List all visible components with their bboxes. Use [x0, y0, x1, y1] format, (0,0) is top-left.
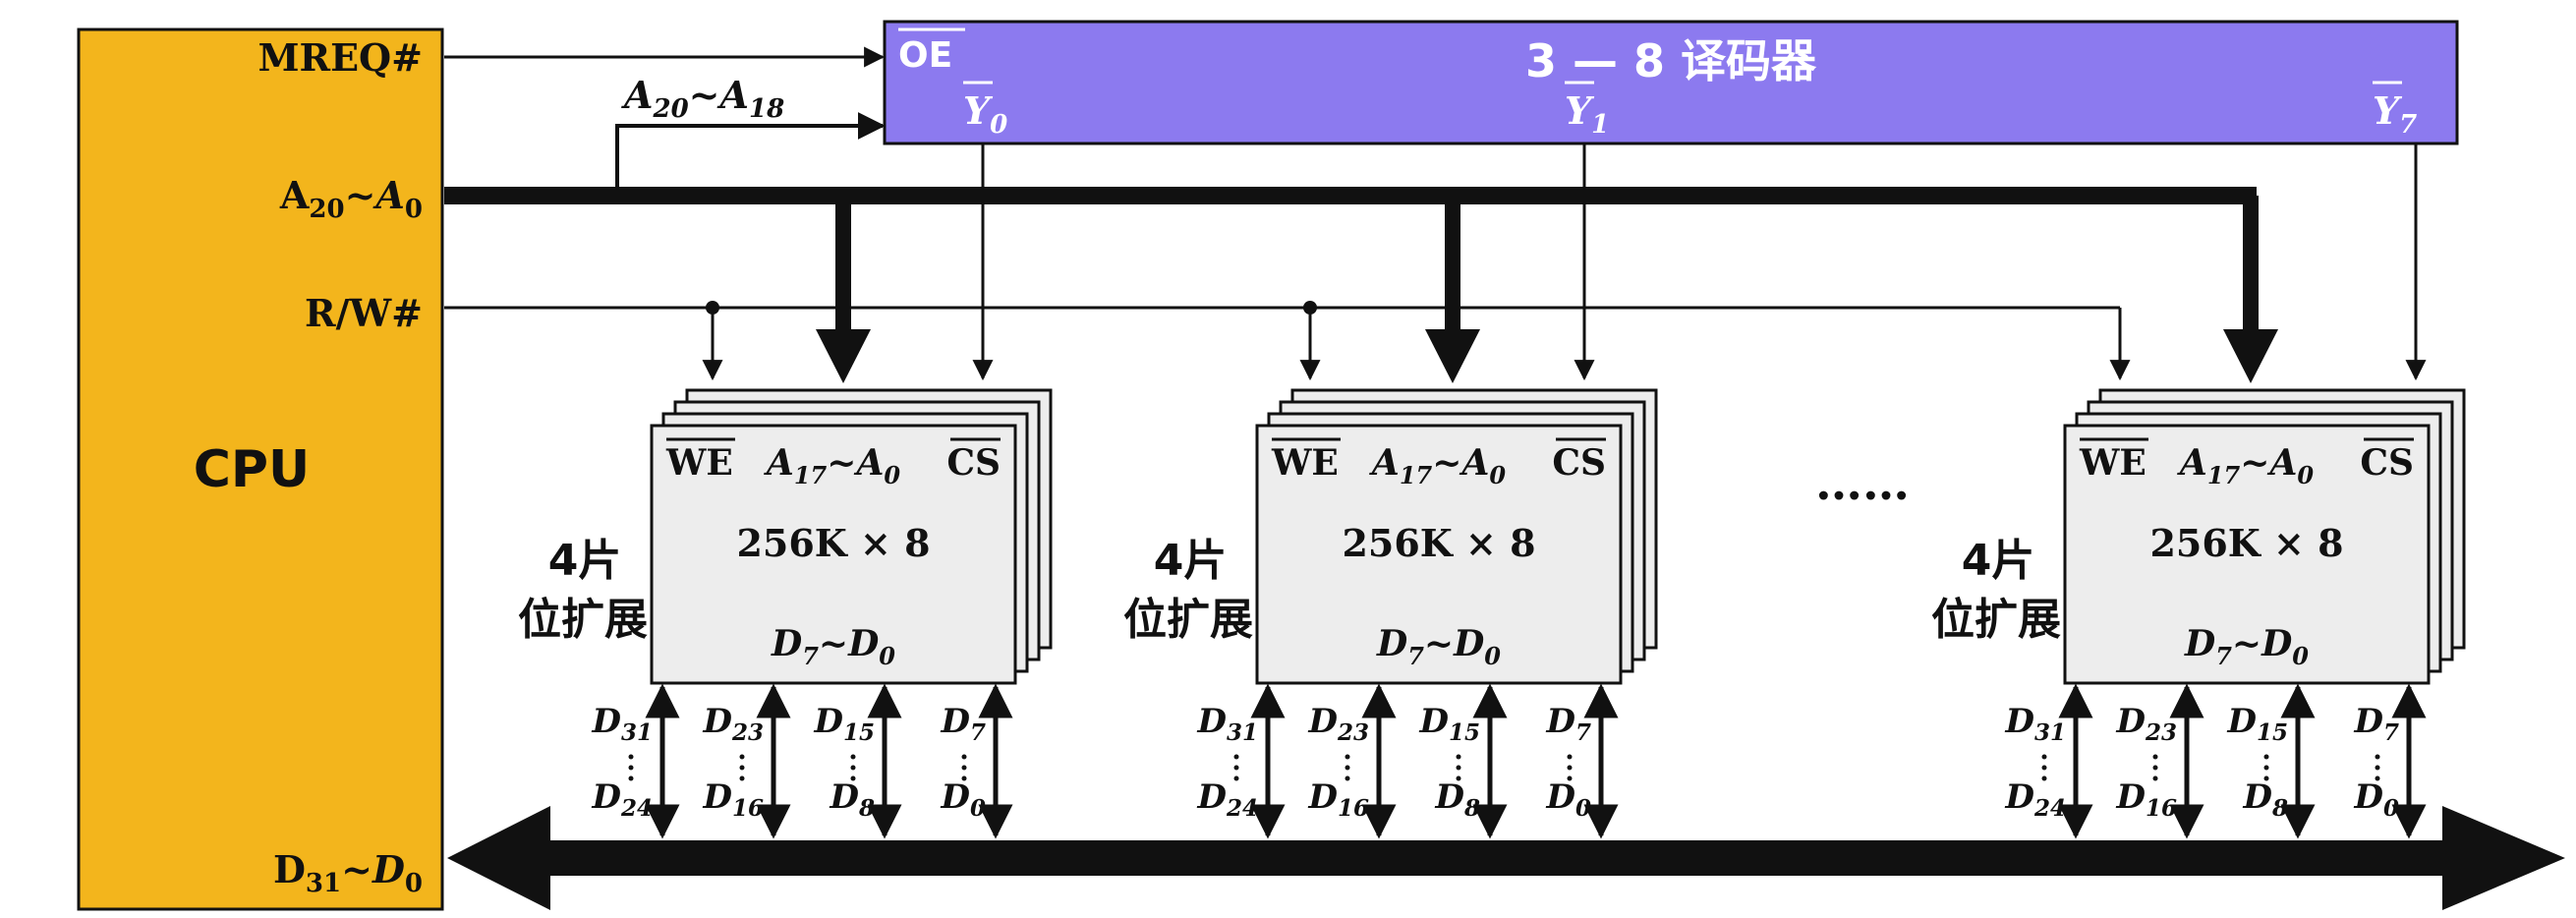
data-line-ellipsis-dot [1233, 765, 1239, 771]
data-line-bottom-label: D0 [2354, 777, 2400, 822]
data-line-ellipsis-dot [2375, 765, 2380, 771]
data-line-bottom-label: D0 [941, 777, 987, 822]
data-line-ellipsis-dot [2375, 754, 2380, 760]
address-drop-arrowhead [816, 329, 871, 383]
bit-expansion-count-label: 4片 [1154, 536, 1228, 586]
data-line-ellipsis-dot [2152, 765, 2158, 771]
chip-group-1: WE CS A17~A0 256K × 8 D7~D0 4片位扩展 D31 D24 D23 D16… [518, 143, 1053, 839]
chip-size-label: 256K × 8 [2149, 521, 2343, 565]
data-line-bottom-label: D24 [1197, 777, 1259, 822]
data-line-ellipsis-dot [1233, 775, 1239, 781]
data-line-bottom-label: D16 [2116, 777, 2178, 822]
bit-expansion-label: 位扩展 [1931, 595, 2061, 645]
chip-group-2: WE CS A17~A0 256K × 8 D7~D0 4片位扩展 D31 D24 D23 D16… [1123, 143, 1658, 839]
data-line-top-label: D23 [2116, 702, 2178, 746]
chip-group-3: WE CS A17~A0 256K × 8 D7~D0 4片位扩展 D31 D24 D23 D16… [1931, 143, 2466, 839]
bit-expansion-label: 位扩展 [518, 595, 648, 645]
data-line-bottom-label: D8 [2243, 777, 2289, 822]
address-drop-arrowhead [2223, 329, 2278, 383]
chip-we-label: WE [1271, 442, 1339, 484]
data-line-ellipsis-dot [628, 775, 634, 781]
data-line-ellipsis-dot [1456, 765, 1461, 771]
data-line-ellipsis-dot [739, 775, 745, 781]
data-line-ellipsis-dot [961, 765, 967, 771]
address-drop-arrowhead [1425, 329, 1480, 383]
rw-pin-label: R/W# [305, 291, 423, 335]
data-line-top-label: D15 [814, 702, 876, 746]
data-line-ellipsis-dot [739, 754, 745, 760]
data-line-top-label: D31 [1197, 702, 1259, 746]
chip-cs-label: CS [946, 442, 1001, 484]
data-line-top-label: D31 [592, 702, 654, 746]
decoder-title: 3 — 8 译码器 [1525, 34, 1817, 87]
bit-expansion-count-label: 4片 [548, 536, 622, 586]
chip-we-label: WE [2079, 442, 2147, 484]
data-line-top-label: D23 [1308, 702, 1370, 746]
data-line-bottom-label: D16 [703, 777, 765, 822]
data-line-top-label: D7 [941, 702, 987, 746]
data-line-ellipsis-dot [850, 765, 856, 771]
bit-expansion-label: 位扩展 [1123, 595, 1253, 645]
chip-groups: WE CS A17~A0 256K × 8 D7~D0 4片位扩展 D31 D24 D23 D16… [518, 143, 2466, 839]
ellipsis-label: …… [1815, 456, 1910, 511]
chip-size-label: 256K × 8 [1342, 521, 1535, 565]
addr-pin-label: A20~A0 [279, 173, 423, 224]
data-line-ellipsis-dot [739, 765, 745, 771]
data-line-ellipsis-dot [1345, 775, 1350, 781]
data-line-top-label: D15 [2227, 702, 2289, 746]
data-line-bottom-label: D24 [592, 777, 654, 822]
data-line-bottom-label: D8 [1435, 777, 1481, 822]
cpu-label: CPU [194, 440, 311, 499]
chip-cs-label: CS [1552, 442, 1606, 484]
data-line-ellipsis-dot [1345, 765, 1350, 771]
data-line-ellipsis-dot [1567, 765, 1573, 771]
data-line-top-label: D15 [1419, 702, 1481, 746]
data-line-top-label: D23 [703, 702, 765, 746]
chip-data-label: D7~D0 [771, 623, 895, 670]
data-line-top-label: D7 [2354, 702, 2400, 746]
data-line-bottom-label: D0 [1546, 777, 1592, 822]
data-line-ellipsis-dot [1345, 754, 1350, 760]
address-drop-line [835, 196, 851, 333]
chip-data-label: D7~D0 [1376, 623, 1501, 670]
chip-address-label: A17~A0 [1369, 442, 1506, 489]
mreq-pin-label: MREQ# [258, 35, 423, 80]
chip-cs-label: CS [2360, 442, 2414, 484]
data-bus [447, 806, 2565, 910]
data-line-ellipsis-dot [1233, 754, 1239, 760]
address-drop-line [2243, 196, 2259, 333]
data-line-ellipsis-dot [2263, 754, 2269, 760]
address-drop-line [1445, 196, 1460, 333]
data-line-ellipsis-dot [850, 754, 856, 760]
data-line-bottom-label: D24 [2005, 777, 2067, 822]
data-line-bottom-label: D8 [830, 777, 876, 822]
data-line-ellipsis-dot [2152, 754, 2158, 760]
chip-address-label: A17~A0 [2177, 442, 2314, 489]
data-line-top-label: D31 [2005, 702, 2067, 746]
chip-we-label: WE [665, 442, 733, 484]
data-line-ellipsis-dot [961, 754, 967, 760]
chip-size-label: 256K × 8 [736, 521, 930, 565]
addr-to-decoder-line [615, 112, 886, 196]
data-line-ellipsis-dot [2041, 775, 2047, 781]
chip-data-label: D7~D0 [2184, 623, 2309, 670]
data-line-top-label: D7 [1546, 702, 1592, 746]
decoder-oe-label: OE [898, 35, 952, 76]
data-line-ellipsis-dot [628, 754, 634, 760]
memory-expansion-diagram: CPU MREQ# A20~A0 R/W# D31~D0 3 — 8 译码器 O… [77, 20, 2565, 911]
data-line-ellipsis-dot [2041, 765, 2047, 771]
addr-to-decoder-label: A20~A18 [621, 73, 784, 124]
bit-expansion-count-label: 4片 [1962, 536, 2035, 586]
data-line-ellipsis-dot [2152, 775, 2158, 781]
data-line-ellipsis-dot [2041, 754, 2047, 760]
data-line-ellipsis-dot [1567, 754, 1573, 760]
data-line-ellipsis-dot [628, 765, 634, 771]
data-line-bottom-label: D16 [1308, 777, 1370, 822]
data-line-ellipsis-dot [2263, 765, 2269, 771]
data-line-ellipsis-dot [1456, 754, 1461, 760]
data-pin-label: D31~D0 [273, 847, 423, 898]
chip-address-label: A17~A0 [764, 442, 900, 489]
